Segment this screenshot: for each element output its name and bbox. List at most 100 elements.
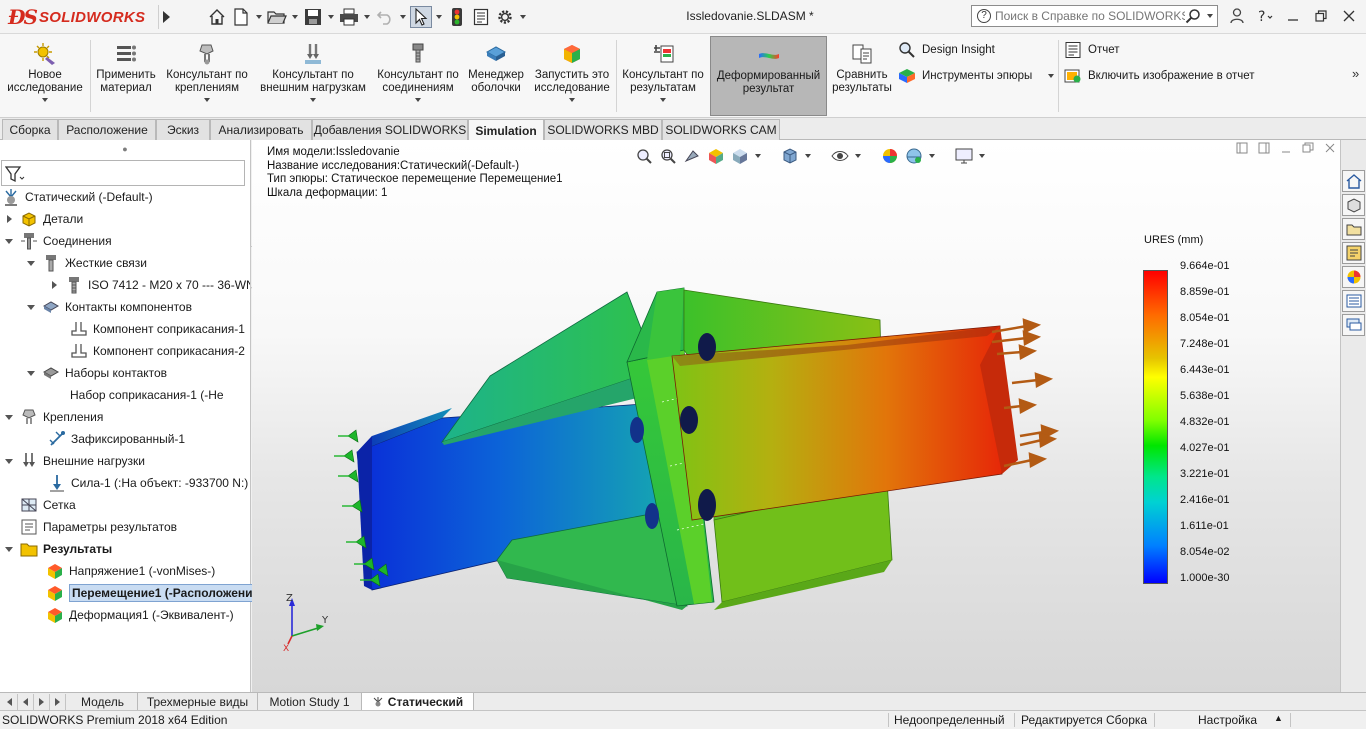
deformed-result-button[interactable]: Деформированный результат xyxy=(710,36,827,116)
collapse-arrow-icon[interactable] xyxy=(26,370,36,376)
chevron-up-icon[interactable]: ▲ xyxy=(1274,713,1283,723)
next-tab-button[interactable] xyxy=(34,694,50,710)
first-tab-button[interactable] xyxy=(2,694,18,710)
select-button[interactable] xyxy=(410,6,432,28)
tree-item-displacement-plot[interactable]: Перемещение1 (-Расположени xyxy=(46,582,256,604)
print-dropdown[interactable] xyxy=(362,6,372,28)
search-icon[interactable] xyxy=(1185,8,1201,24)
chevron-down-icon[interactable] xyxy=(1048,74,1055,78)
tree-item-component-contacts[interactable]: Контакты компонентов xyxy=(26,296,192,318)
tab-assembly[interactable]: Сборка xyxy=(2,119,58,140)
tree-item-external-loads[interactable]: Внешние нагрузки xyxy=(4,450,145,472)
task-pane-file-explorer-button[interactable] xyxy=(1342,218,1365,240)
tab-layout[interactable]: Расположение xyxy=(58,119,156,140)
units-settings-button[interactable]: Настройка xyxy=(1198,713,1257,727)
tree-item-contact-set-1[interactable]: Набор соприкасания-1 (-Не xyxy=(70,384,224,406)
tree-item-contact-2[interactable]: Компонент соприкасания-2 xyxy=(70,340,245,362)
solidworks-logo[interactable]: ƉS SOLIDWORKS xyxy=(8,4,154,30)
tab-model[interactable]: Модель xyxy=(68,693,138,711)
undo-dropdown[interactable] xyxy=(398,6,408,28)
task-pane-view-palette-button[interactable] xyxy=(1342,242,1365,264)
task-pane-appearances-button[interactable] xyxy=(1342,266,1365,288)
select-dropdown[interactable] xyxy=(434,6,444,28)
tab-addins[interactable]: Добавления SOLIDWORKS xyxy=(312,119,468,140)
tree-item-mesh[interactable]: Сетка xyxy=(20,494,76,516)
expand-arrow-icon[interactable] xyxy=(4,215,14,223)
tree-item-results[interactable]: Результаты xyxy=(4,538,112,560)
user-button[interactable] xyxy=(1226,5,1248,27)
help-button[interactable]: ? xyxy=(1254,5,1276,27)
tab-sketch[interactable]: Эскиз xyxy=(156,119,210,140)
chevron-down-icon[interactable] xyxy=(310,98,316,102)
tab-3d-views[interactable]: Трехмерные виды xyxy=(138,693,258,711)
options-button[interactable] xyxy=(494,6,516,28)
tree-item-fixed-1[interactable]: Зафиксированный-1 xyxy=(48,428,185,450)
tab-mbd[interactable]: SOLIDWORKS MBD xyxy=(544,119,662,140)
restore-button[interactable] xyxy=(1310,5,1332,27)
help-search-input[interactable] xyxy=(995,9,1185,23)
new-document-button[interactable] xyxy=(230,6,252,28)
fixtures-advisor-button[interactable]: Консультант по креплениям xyxy=(163,36,251,116)
connections-advisor-button[interactable]: Консультант по соединениям xyxy=(374,36,462,116)
expand-arrow-icon[interactable] xyxy=(49,281,59,289)
tab-evaluate[interactable]: Анализировать xyxy=(210,119,312,140)
tree-item-strain-plot[interactable]: Деформация1 (-Эквивалент-) xyxy=(46,604,234,626)
chevron-down-icon[interactable] xyxy=(1207,14,1213,18)
prev-tab-button[interactable] xyxy=(18,694,34,710)
tree-item-force-1[interactable]: Сила-1 (:На объект: -933700 N:) xyxy=(48,472,248,494)
new-dropdown[interactable] xyxy=(254,6,264,28)
tree-item-rigid-connectors[interactable]: Жесткие связи xyxy=(26,252,147,274)
task-pane-resources-button[interactable] xyxy=(1342,170,1365,192)
apply-material-button[interactable]: Применить материал xyxy=(93,36,159,116)
tree-item-fixtures[interactable]: Крепления xyxy=(4,406,103,428)
tree-filter-box[interactable] xyxy=(1,160,245,186)
rebuild-button[interactable] xyxy=(446,6,468,28)
print-button[interactable] xyxy=(338,6,360,28)
new-study-button[interactable]: Новое исследование xyxy=(2,36,88,116)
ribbon-overflow-chevron-icon[interactable]: » xyxy=(1352,66,1359,81)
save-button[interactable] xyxy=(302,6,324,28)
open-button[interactable] xyxy=(266,6,288,28)
compare-results-button[interactable]: Сравнить результаты xyxy=(830,36,894,116)
menu-expand-button[interactable] xyxy=(158,5,174,29)
tree-item-bolt[interactable]: ISO 7412 - M20 x 70 --- 36-WN xyxy=(49,274,255,296)
close-button[interactable] xyxy=(1338,5,1360,27)
collapse-arrow-icon[interactable] xyxy=(4,414,14,420)
tree-root-study[interactable]: Статический (-Default-) xyxy=(2,186,153,208)
tree-item-stress-plot[interactable]: Напряжение1 (-vonMises-) xyxy=(46,560,215,582)
tree-item-contact-sets[interactable]: Наборы контактов xyxy=(26,362,167,384)
collapse-arrow-icon[interactable] xyxy=(26,304,36,310)
undo-button[interactable] xyxy=(374,6,396,28)
chevron-down-icon[interactable] xyxy=(42,98,48,102)
panel-grip-icon[interactable]: ● xyxy=(0,140,250,158)
plot-tools-button[interactable]: Инструменты эпюры xyxy=(898,66,1055,86)
task-pane-forum-button[interactable] xyxy=(1342,314,1365,336)
tab-motion-study[interactable]: Motion Study 1 xyxy=(258,693,362,711)
shell-manager-button[interactable]: Менеджер оболочки xyxy=(465,36,527,116)
collapse-arrow-icon[interactable] xyxy=(26,260,36,266)
minimize-button[interactable] xyxy=(1282,5,1304,27)
help-search-box[interactable]: ? xyxy=(971,5,1218,27)
options-dropdown[interactable] xyxy=(518,6,528,28)
fea-model-view[interactable] xyxy=(252,140,1340,692)
loads-advisor-button[interactable]: Консультант по внешним нагрузкам xyxy=(255,36,371,116)
report-button[interactable]: Отчет xyxy=(1064,40,1120,60)
chevron-down-icon[interactable] xyxy=(415,98,421,102)
graphics-area[interactable]: Имя модели:Issledovanie Название исследо… xyxy=(252,140,1340,692)
tab-static-study[interactable]: Статический xyxy=(362,693,474,711)
task-pane-custom-properties-button[interactable] xyxy=(1342,290,1365,312)
run-study-button[interactable]: Запустить это исследование xyxy=(531,36,613,116)
results-advisor-button[interactable]: Консультант по результатам xyxy=(619,36,707,116)
home-button[interactable] xyxy=(206,6,228,28)
tab-cam[interactable]: SOLIDWORKS CAM xyxy=(662,119,780,140)
collapse-arrow-icon[interactable] xyxy=(4,458,14,464)
tree-item-connections[interactable]: Соединения xyxy=(4,230,112,252)
open-dropdown[interactable] xyxy=(290,6,300,28)
collapse-arrow-icon[interactable] xyxy=(4,546,14,552)
tab-simulation[interactable]: Simulation xyxy=(468,119,544,141)
last-tab-button[interactable] xyxy=(50,694,66,710)
file-properties-button[interactable] xyxy=(470,6,492,28)
chevron-down-icon[interactable] xyxy=(569,98,575,102)
chevron-down-icon[interactable] xyxy=(204,98,210,102)
tree-item-result-options[interactable]: Параметры результатов xyxy=(20,516,177,538)
